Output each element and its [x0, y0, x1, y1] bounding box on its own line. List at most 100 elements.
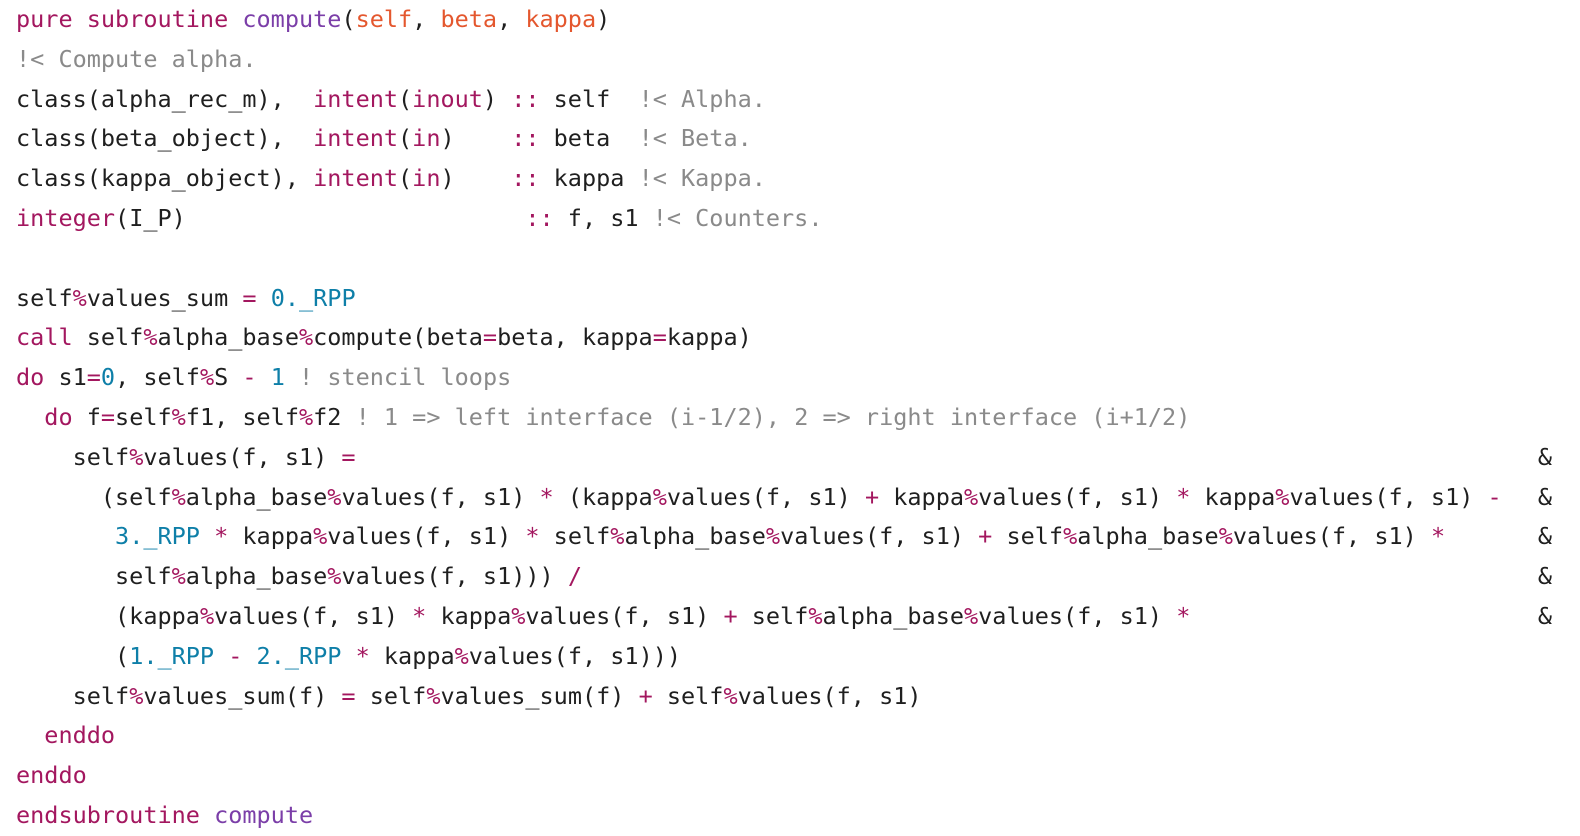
- procedure-name-token: compute: [214, 800, 314, 829]
- code-token: self: [992, 522, 1064, 551]
- code-token: self: [16, 562, 172, 591]
- code-token: values(f, s1): [341, 482, 540, 511]
- code-line: integer(I_P) :: f, s1 !< Counters.: [16, 199, 1580, 239]
- procedure-name-token: compute: [242, 5, 342, 33]
- code-line: (kappa%values(f, s1) * kappa%values(f, s…: [16, 597, 1580, 637]
- code-line: (self%alpha_base%values(f, s1) * (kappa%…: [16, 478, 1580, 518]
- comment-token: !< Compute alpha.: [16, 44, 257, 73]
- code-line: !< Compute alpha.: [16, 40, 1580, 80]
- keyword-token: %: [1218, 522, 1233, 551]
- keyword-token: enddo: [44, 721, 116, 750]
- code-token: values(f, s1))): [468, 641, 682, 670]
- keyword-token: enddo: [16, 761, 87, 790]
- code-token: class(kappa_object),: [16, 164, 314, 193]
- number-token: 2._RPP: [256, 641, 342, 670]
- keyword-token: in: [412, 164, 441, 193]
- code-token: values(f, s1): [1289, 482, 1488, 511]
- keyword-token: %: [199, 601, 215, 630]
- code-token: class(beta_object),: [16, 124, 314, 153]
- code-token: S: [214, 363, 243, 392]
- code-token: kappa: [879, 482, 964, 511]
- keyword-token: +: [978, 522, 993, 551]
- code-token: values(f, s1))): [341, 562, 568, 591]
- keyword-token: pure subroutine: [16, 5, 243, 33]
- code-token: , self: [115, 363, 200, 392]
- keyword-token: %: [171, 562, 186, 591]
- code-token: (: [341, 5, 356, 33]
- keyword-token: %: [723, 681, 738, 710]
- keyword-token: =: [341, 442, 356, 471]
- keyword-token: *: [355, 641, 370, 670]
- code-token: self: [16, 442, 130, 471]
- code-token: self: [16, 681, 130, 710]
- code-token: self: [539, 84, 639, 113]
- code-line: endsubroutine compute: [16, 796, 1580, 836]
- code-token: values(f, s1): [525, 601, 724, 630]
- keyword-token: ::: [511, 124, 540, 153]
- code-line: pure subroutine compute(self, beta, kapp…: [16, 0, 1580, 40]
- code-token: (: [398, 84, 413, 113]
- code-token: (I_P): [115, 203, 526, 232]
- keyword-token: /: [567, 562, 582, 591]
- code-token: f: [72, 402, 101, 431]
- keyword-token: call: [16, 323, 73, 352]
- code-line: self%values_sum = 0._RPP: [16, 279, 1580, 319]
- keyword-token: %: [327, 482, 342, 511]
- code-token: f1, self: [185, 402, 299, 431]
- keyword-token: do: [16, 363, 45, 392]
- code-token: values(f, s1): [214, 601, 413, 630]
- code-token: kappa: [369, 641, 455, 670]
- number-token: 3._RPP: [115, 522, 200, 551]
- number-token: 0: [100, 363, 116, 392]
- code-token: kappa): [666, 323, 752, 352]
- line-continuation-marker: &: [1537, 522, 1552, 551]
- keyword-token: *: [214, 522, 229, 551]
- code-token: self: [539, 522, 611, 551]
- comment-token: !< Beta.: [638, 124, 752, 153]
- code-token: values(f, s1): [1232, 522, 1431, 551]
- code-token: (kappa: [16, 601, 200, 630]
- code-line: self%values(f, s1) = &: [16, 438, 1580, 478]
- keyword-token: intent: [313, 164, 399, 193]
- code-line: self%alpha_base%values(f, s1))) / &: [16, 557, 1580, 597]
- keyword-token: %: [964, 482, 979, 511]
- keyword-token: %: [964, 601, 979, 630]
- keyword-token: %: [72, 283, 87, 312]
- line-continuation-marker: &: [1537, 442, 1552, 471]
- keyword-token: do: [44, 402, 73, 431]
- code-token: self: [737, 601, 809, 630]
- code-line: class(alpha_rec_m), intent(inout) :: sel…: [16, 80, 1580, 120]
- code-line: call self%alpha_base%compute(beta=beta, …: [16, 318, 1580, 358]
- code-token: alpha_base: [185, 482, 328, 511]
- code-token: self: [72, 323, 144, 352]
- keyword-token: %: [1063, 522, 1078, 551]
- keyword-token: +: [864, 482, 880, 511]
- keyword-token: *: [539, 482, 554, 511]
- keyword-token: %: [298, 402, 314, 431]
- keyword-token: -: [1487, 482, 1502, 511]
- keyword-token: %: [313, 522, 328, 551]
- code-token: s1: [44, 363, 87, 392]
- code-token: kappa: [1190, 482, 1276, 511]
- keyword-token: -: [242, 363, 257, 392]
- code-token: values_sum(f): [440, 681, 639, 710]
- code-token: f2: [313, 402, 356, 431]
- code-token: beta, kappa: [497, 323, 653, 352]
- keyword-token: =: [100, 402, 116, 431]
- code-token: alpha_base: [624, 522, 766, 551]
- code-token: values(f, s1): [327, 522, 526, 551]
- keyword-token: %: [610, 522, 625, 551]
- code-line: enddo: [16, 756, 1580, 796]
- code-line: class(beta_object), intent(in) :: beta !…: [16, 119, 1580, 159]
- code-token: values(f, s1): [666, 482, 865, 511]
- keyword-token: intent: [313, 124, 399, 153]
- code-editor[interactable]: pure subroutine compute(self, beta, kapp…: [0, 0, 1580, 836]
- keyword-token: %: [327, 562, 342, 591]
- code-token: ,: [412, 5, 441, 33]
